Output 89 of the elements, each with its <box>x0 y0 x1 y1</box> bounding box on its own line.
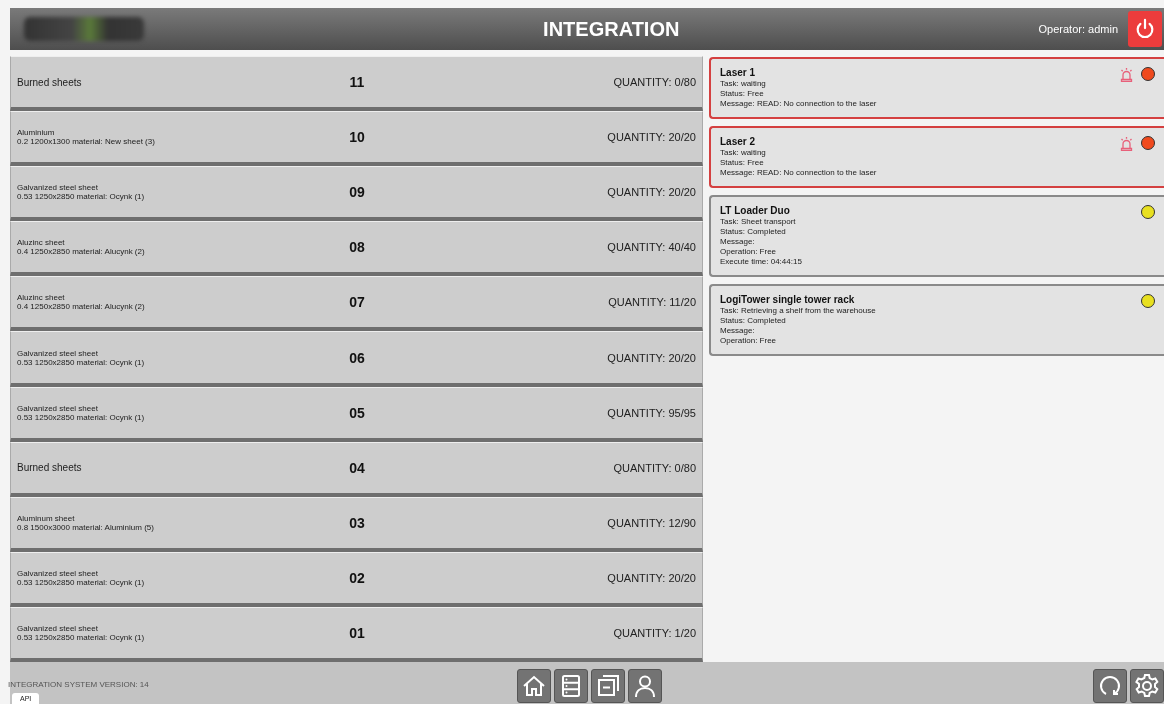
home-button[interactable] <box>517 669 551 703</box>
siren-icon <box>1120 136 1133 151</box>
material-detail: 0.4 1250x2850 material: Alucynk (2) <box>17 302 146 312</box>
slot-number: 02 <box>348 569 366 586</box>
device-info: Message: READ: No connection to the laser <box>720 168 878 178</box>
slot-number: 08 <box>348 239 366 256</box>
quantity-label: QUANTITY: 0/80 <box>613 76 696 89</box>
slot-number: 11 <box>348 74 366 91</box>
material-name: Aluzinc sheet <box>17 238 66 248</box>
material-name: Aluzinc sheet <box>17 293 66 303</box>
power-icon <box>1134 18 1156 40</box>
material-detail: 0.8 1500x3000 material: Aluminium (5) <box>17 522 155 532</box>
storage-slot[interactable]: Galvanized steel sheet 0.53 1250x2850 material: Ocynk (1) 02 QUANTITY: 20/20 <box>10 551 703 607</box>
slot-number: 06 <box>348 349 366 366</box>
user-button[interactable] <box>628 669 662 703</box>
material-detail: 0.53 1250x2850 material: Ocynk (1) <box>17 577 146 587</box>
material-detail: 0.53 1250x2850 material: Ocynk (1) <box>17 357 146 367</box>
slot-number: 04 <box>348 459 366 476</box>
storage-slot[interactable]: Aluminum sheet 0.8 1500x3000 material: Aluminium (5) 03 QUANTITY: 12/90 <box>10 496 703 552</box>
storage-slot[interactable]: Burned sheets 04 QUANTITY: 0/80 <box>10 441 703 497</box>
device-name: LogiTower single tower rack <box>720 294 856 305</box>
quantity-label: QUANTITY: 20/20 <box>607 186 696 199</box>
material-name: Galvanized steel sheet <box>17 183 99 193</box>
material-name: Galvanized steel sheet <box>17 348 99 358</box>
device-info: Message: <box>720 326 756 336</box>
operator-label: Operator: admin <box>1038 23 1118 35</box>
material-detail: 0.4 1250x2850 material: Alucynk (2) <box>17 247 146 257</box>
material-name: Galvanized steel sheet <box>17 568 99 578</box>
slot-number: 10 <box>348 129 366 146</box>
siren-icon <box>1120 67 1133 82</box>
storage-slot[interactable]: Aluzinc sheet 0.4 1250x2850 material: Alucynk (2) 08 QUANTITY: 40/40 <box>10 221 703 277</box>
refresh-button[interactable] <box>1093 669 1127 703</box>
slot-number: 05 <box>348 404 366 421</box>
material-name: Galvanized steel sheet <box>17 403 99 413</box>
slot-number: 07 <box>348 294 366 311</box>
slot-number: 03 <box>348 514 366 531</box>
device-info: Operation: Free <box>720 247 778 257</box>
settings-button[interactable] <box>1130 669 1164 703</box>
device-name: LT Loader Duo <box>720 205 791 216</box>
device-info: Message: <box>720 237 756 247</box>
material-detail: 0.53 1250x2850 material: Ocynk (1) <box>17 633 146 642</box>
power-button[interactable] <box>1128 11 1162 47</box>
quantity-label: QUANTITY: 0/80 <box>613 461 696 474</box>
settings-icon <box>1134 673 1160 699</box>
storage-slot[interactable]: Aluzinc sheet 0.4 1250x2850 material: Alucynk (2) 07 QUANTITY: 11/20 <box>10 276 703 332</box>
storage-slot[interactable]: Galvanized steel sheet 0.53 1250x2850 material: Ocynk (1) 05 QUANTITY: 95/95 <box>10 386 703 442</box>
device-info: Task: Retrieving a shelf from the warehouse <box>720 306 877 316</box>
rack-button[interactable] <box>554 669 588 703</box>
device-info: Task: waiting <box>720 79 767 89</box>
device-info: Operation: Free <box>720 336 778 346</box>
quantity-label: QUANTITY: 20/20 <box>607 351 696 364</box>
version-label: INTEGRATION SYSTEM VERSION: 14 <box>8 680 149 689</box>
slot-number: 01 <box>348 625 366 641</box>
quantity-label: QUANTITY: 12/90 <box>607 516 696 529</box>
material-detail: 0.2 1200x1300 material: New sheet (3) <box>17 137 156 147</box>
device-info: Execute time: 04:44:15 <box>720 257 803 267</box>
material-name: Galvanized steel sheet <box>17 624 99 633</box>
storage-slot[interactable]: Aluminium 0.2 1200x1300 material: New sheet (3) 10 QUANTITY: 20/20 <box>10 111 703 167</box>
quantity-label: QUANTITY: 1/20 <box>613 627 696 639</box>
device-info: Status: Completed <box>720 227 787 237</box>
slot-number: 09 <box>348 184 366 201</box>
material-name: Aluminium <box>17 128 56 138</box>
storage-slot[interactable]: Galvanized steel sheet 0.53 1250x2850 material: Ocynk (1) 01 QUANTITY: 1/20 <box>10 606 703 663</box>
device-info: Task: Sheet transport <box>720 217 797 227</box>
material-name: Burned sheets <box>17 462 83 474</box>
quantity-label: QUANTITY: 11/20 <box>608 296 696 309</box>
user-icon <box>632 673 658 699</box>
quantity-label: QUANTITY: 20/20 <box>607 131 696 144</box>
quantity-label: QUANTITY: 40/40 <box>607 241 696 254</box>
page-title: INTEGRATION <box>542 17 681 41</box>
device-info: Task: waiting <box>720 148 767 158</box>
quantity-label: QUANTITY: 95/95 <box>607 406 696 419</box>
windows-button[interactable] <box>591 669 625 703</box>
material-name: Aluminum sheet <box>17 513 76 523</box>
quantity-label: QUANTITY: 20/20 <box>607 571 696 584</box>
windows-icon <box>595 673 621 699</box>
storage-slot[interactable]: Burned sheets 11 QUANTITY: 0/80 <box>10 56 703 112</box>
material-detail: 0.53 1250x2850 material: Ocynk (1) <box>17 412 146 422</box>
device-info: Status: Free <box>720 89 765 99</box>
device-name: Laser 1 <box>720 67 757 78</box>
material-name: Burned sheets <box>17 76 83 88</box>
storage-slot[interactable]: Galvanized steel sheet 0.53 1250x2850 material: Ocynk (1) 06 QUANTITY: 20/20 <box>10 331 703 387</box>
storage-slot[interactable]: Galvanized steel sheet 0.53 1250x2850 material: Ocynk (1) 09 QUANTITY: 20/20 <box>10 166 703 222</box>
device-name: Laser 2 <box>720 136 757 147</box>
home-icon <box>521 673 547 699</box>
device-info: Status: Completed <box>720 316 787 326</box>
device-info: Message: READ: No connection to the laser <box>720 99 878 109</box>
material-detail: 0.53 1250x2850 material: Ocynk (1) <box>17 192 146 202</box>
device-info: Status: Free <box>720 158 765 168</box>
